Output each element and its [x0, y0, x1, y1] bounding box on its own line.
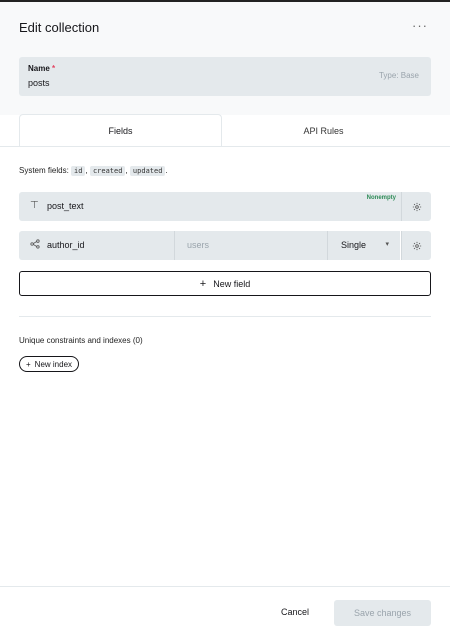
- unique-constraints-title: Unique constraints and indexes (0): [19, 336, 143, 345]
- system-field-updated: updated: [129, 166, 166, 176]
- save-changes-button[interactable]: Save changes: [334, 600, 431, 626]
- footer-divider: [0, 586, 450, 587]
- name-field[interactable]: Name * posts Type: Base: [19, 57, 431, 96]
- field-name-input[interactable]: post_text: [47, 201, 84, 211]
- system-field-id: id: [71, 166, 86, 176]
- plus-icon: +: [26, 359, 31, 369]
- relation-collection-select[interactable]: users: [174, 231, 327, 260]
- field-options-button[interactable]: [401, 192, 431, 221]
- field-row-author-id[interactable]: author_id users Single ▾: [19, 231, 431, 260]
- relation-mode-select[interactable]: Single ▾: [327, 231, 400, 260]
- field-options-button[interactable]: [401, 231, 431, 260]
- name-input[interactable]: posts: [28, 78, 50, 88]
- caret-down-icon: ▾: [385, 241, 389, 248]
- relation-icon: [30, 239, 40, 252]
- system-fields-note: System fields: id, created, updated.: [19, 166, 168, 176]
- new-index-label: New index: [34, 359, 73, 369]
- gear-icon: [412, 241, 421, 250]
- field-row-post-text[interactable]: ⊤ post_text Nonempty: [19, 192, 431, 221]
- relation-collection-value: users: [187, 240, 210, 250]
- system-field-created: created: [89, 166, 126, 176]
- tabs: Fields API Rules: [19, 114, 431, 147]
- new-field-label: New field: [213, 278, 251, 289]
- relation-mode-value: Single: [341, 240, 367, 250]
- new-field-button[interactable]: + New field: [19, 271, 431, 296]
- name-label: Name *: [28, 64, 56, 73]
- text-icon: ⊤: [30, 200, 39, 211]
- tab-fields[interactable]: Fields: [19, 114, 222, 147]
- field-main[interactable]: author_id: [19, 231, 174, 260]
- panel-header: Edit collection ··· Name * posts Type: B…: [0, 2, 450, 115]
- field-main[interactable]: ⊤ post_text: [19, 192, 401, 221]
- required-mark: *: [52, 64, 56, 73]
- nonempty-badge: Nonempty: [366, 195, 396, 201]
- more-options-button[interactable]: ···: [412, 18, 428, 33]
- section-divider: [19, 316, 431, 317]
- type-badge[interactable]: Type: Base: [379, 71, 419, 80]
- new-index-button[interactable]: + New index: [19, 356, 80, 372]
- panel-title: Edit collection: [19, 20, 100, 35]
- tabs-divider: [0, 146, 450, 147]
- field-name-input[interactable]: author_id: [47, 240, 85, 250]
- cancel-button[interactable]: Cancel: [281, 607, 309, 617]
- plus-icon: +: [199, 277, 207, 290]
- gear-icon: [412, 202, 421, 211]
- tab-api-rules[interactable]: API Rules: [222, 114, 425, 147]
